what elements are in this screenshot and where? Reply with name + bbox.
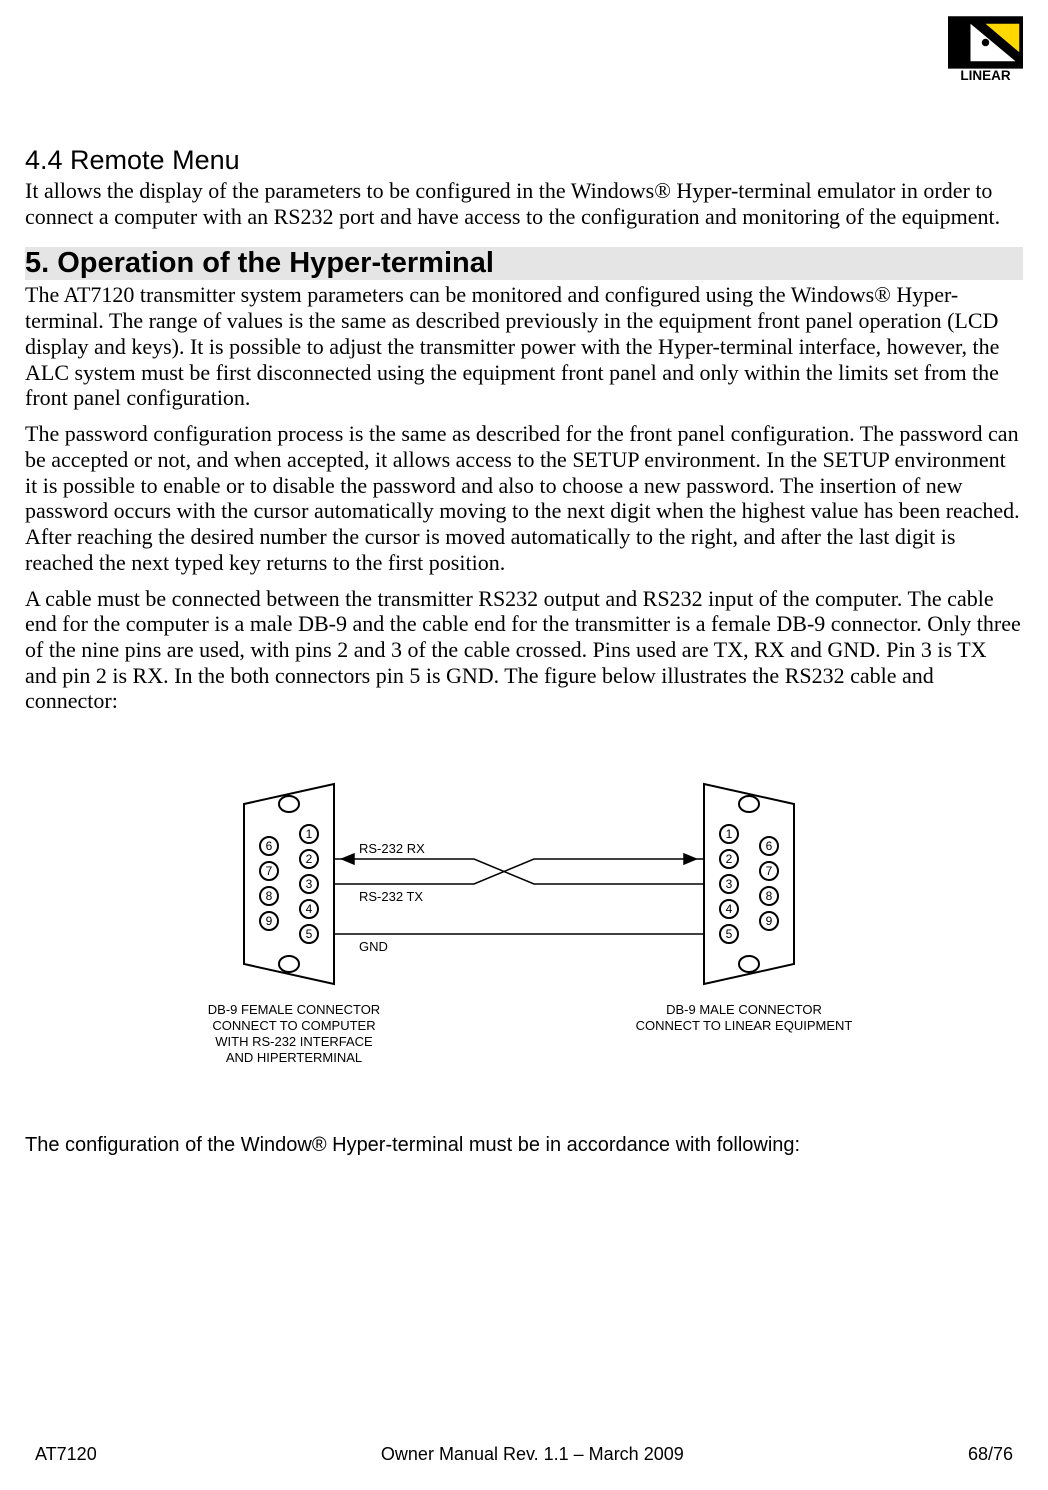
paragraph-5-1: The AT7120 transmitter system parameters… — [25, 282, 1023, 411]
linear-logo-icon: LINEAR — [948, 15, 1023, 85]
svg-text:1: 1 — [726, 827, 733, 841]
svg-text:5: 5 — [726, 927, 733, 941]
content-area: 4.4 Remote Menu It allows the display of… — [25, 145, 1023, 1424]
svg-text:9: 9 — [266, 914, 273, 928]
label-rs232-rx: RS-232 RX — [359, 841, 425, 856]
svg-text:8: 8 — [766, 889, 773, 903]
svg-text:2: 2 — [726, 852, 733, 866]
svg-text:6: 6 — [266, 839, 273, 853]
rs232-diagram-svg: 1 2 3 4 5 6 7 8 9 — [174, 764, 874, 1084]
paragraph-5-3: A cable must be connected between the tr… — [25, 586, 1023, 715]
svg-text:7: 7 — [766, 864, 773, 878]
paragraph-post-figure: The configuration of the Window® Hyper-t… — [25, 1134, 1023, 1157]
svg-text:9: 9 — [766, 914, 773, 928]
svg-text:3: 3 — [726, 877, 733, 891]
figure-rs232-cable: 1 2 3 4 5 6 7 8 9 — [25, 764, 1023, 1084]
paragraph-5-2: The password configuration process is th… — [25, 421, 1023, 575]
svg-text:LINEAR: LINEAR — [960, 68, 1011, 83]
caption-left-4: AND HIPERTERMINAL — [226, 1050, 362, 1065]
svg-text:3: 3 — [306, 877, 313, 891]
heading-4-4: 4.4 Remote Menu — [25, 145, 1023, 176]
footer-page: 68/76 — [968, 1444, 1013, 1465]
paragraph-4-4-1: It allows the display of the parameters … — [25, 178, 1023, 229]
svg-text:5: 5 — [306, 927, 313, 941]
caption-left-2: CONNECT TO COMPUTER — [212, 1018, 375, 1033]
svg-text:8: 8 — [266, 889, 273, 903]
page-footer: AT7120 Owner Manual Rev. 1.1 – March 200… — [25, 1424, 1023, 1490]
caption-left-3: WITH RS-232 INTERFACE — [215, 1034, 373, 1049]
svg-text:4: 4 — [726, 902, 733, 916]
caption-left-1: DB-9 FEMALE CONNECTOR — [208, 1002, 380, 1017]
caption-right-1: DB-9 MALE CONNECTOR — [666, 1002, 822, 1017]
svg-text:7: 7 — [266, 864, 273, 878]
svg-text:4: 4 — [306, 902, 313, 916]
heading-5: 5. Operation of the Hyper-terminal — [25, 247, 1023, 280]
label-rs232-tx: RS-232 TX — [359, 889, 423, 904]
svg-text:2: 2 — [306, 852, 313, 866]
label-gnd: GND — [359, 939, 388, 954]
header-logo-row: LINEAR — [25, 15, 1023, 85]
svg-text:6: 6 — [766, 839, 773, 853]
footer-model: AT7120 — [35, 1444, 97, 1465]
footer-center: Owner Manual Rev. 1.1 – March 2009 — [381, 1444, 684, 1465]
caption-right-2: CONNECT TO LINEAR EQUIPMENT — [636, 1018, 853, 1033]
svg-text:1: 1 — [306, 827, 313, 841]
